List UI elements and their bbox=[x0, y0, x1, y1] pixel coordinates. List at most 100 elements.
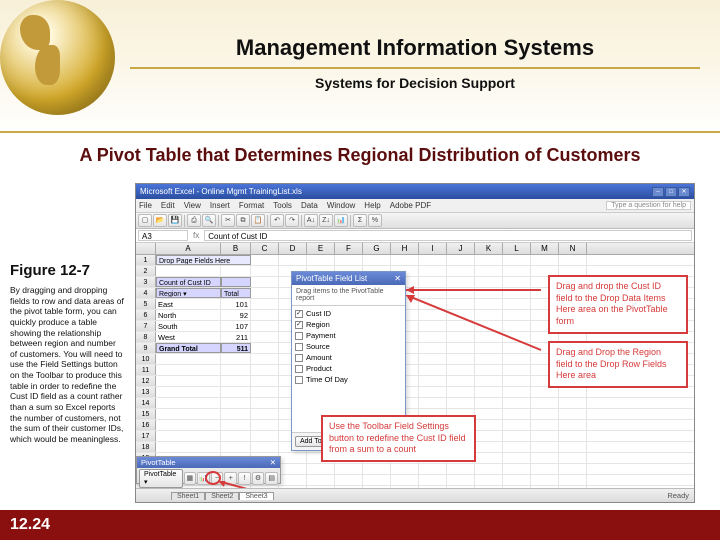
close-button[interactable]: ✕ bbox=[678, 187, 690, 197]
cell[interactable] bbox=[419, 255, 447, 265]
cell[interactable] bbox=[279, 453, 307, 463]
cell[interactable] bbox=[503, 486, 531, 488]
sheet-tab[interactable]: Sheet2 bbox=[205, 492, 239, 500]
cell[interactable] bbox=[363, 255, 391, 265]
cell[interactable]: 107 bbox=[221, 321, 251, 331]
col-header[interactable]: C bbox=[251, 243, 279, 254]
field-list-icon[interactable]: ▤ bbox=[265, 472, 278, 485]
field-list-item[interactable]: Source bbox=[295, 341, 402, 352]
cell[interactable] bbox=[419, 299, 447, 309]
show-detail-icon[interactable]: + bbox=[224, 472, 237, 485]
preview-icon[interactable]: 🔍 bbox=[202, 214, 216, 227]
cell[interactable] bbox=[221, 431, 251, 441]
row-header[interactable]: 12 bbox=[136, 376, 156, 386]
cell[interactable] bbox=[559, 431, 587, 441]
cell[interactable] bbox=[363, 464, 391, 474]
fx-icon[interactable]: fx bbox=[193, 231, 199, 240]
field-list-item[interactable]: Time Of Day bbox=[295, 374, 402, 385]
maximize-button[interactable]: □ bbox=[665, 187, 677, 197]
field-list-item[interactable]: Product bbox=[295, 363, 402, 374]
cell[interactable] bbox=[251, 288, 279, 298]
col-header[interactable]: F bbox=[335, 243, 363, 254]
cell[interactable]: West bbox=[156, 332, 221, 342]
cell[interactable] bbox=[531, 255, 559, 265]
open-icon[interactable]: 📂 bbox=[153, 214, 167, 227]
row-header[interactable]: 17 bbox=[136, 431, 156, 441]
cell[interactable] bbox=[475, 266, 503, 276]
cell[interactable] bbox=[251, 354, 279, 364]
checkbox-icon[interactable] bbox=[295, 376, 303, 384]
cell[interactable] bbox=[475, 464, 503, 474]
row-header[interactable]: 6 bbox=[136, 310, 156, 320]
cell[interactable]: South bbox=[156, 321, 221, 331]
zoom-icon[interactable]: % bbox=[368, 214, 382, 227]
cell[interactable] bbox=[419, 332, 447, 342]
checkbox-icon[interactable] bbox=[295, 321, 303, 329]
sort-asc-icon[interactable]: A↓ bbox=[304, 214, 318, 227]
sheet-tab[interactable]: Sheet1 bbox=[171, 492, 205, 500]
cell[interactable] bbox=[251, 277, 279, 287]
cell[interactable] bbox=[447, 299, 475, 309]
cell[interactable] bbox=[475, 288, 503, 298]
menu-item[interactable]: Help bbox=[364, 201, 380, 210]
col-header[interactable]: D bbox=[279, 243, 307, 254]
undo-icon[interactable]: ↶ bbox=[270, 214, 284, 227]
cell[interactable]: 101 bbox=[221, 299, 251, 309]
cell[interactable] bbox=[447, 486, 475, 488]
cell[interactable] bbox=[335, 475, 363, 485]
sheet-tab-active[interactable]: Sheet3 bbox=[239, 492, 273, 500]
cell[interactable] bbox=[419, 266, 447, 276]
col-header[interactable]: H bbox=[391, 243, 419, 254]
cell[interactable] bbox=[251, 266, 279, 276]
pivottable-dropdown[interactable]: PivotTable ▾ bbox=[139, 469, 183, 488]
cell[interactable] bbox=[503, 343, 531, 353]
cell[interactable] bbox=[419, 475, 447, 485]
cell[interactable] bbox=[447, 365, 475, 375]
row-header[interactable]: 15 bbox=[136, 409, 156, 419]
row-header[interactable]: 8 bbox=[136, 332, 156, 342]
cell[interactable] bbox=[419, 398, 447, 408]
col-header[interactable]: N bbox=[559, 243, 587, 254]
cell[interactable] bbox=[419, 321, 447, 331]
cell[interactable]: East bbox=[156, 299, 221, 309]
cell[interactable] bbox=[475, 409, 503, 419]
cell[interactable] bbox=[475, 343, 503, 353]
cell[interactable] bbox=[503, 332, 531, 342]
cell[interactable] bbox=[156, 442, 221, 452]
menu-item[interactable]: Format bbox=[239, 201, 264, 210]
chart-icon[interactable]: 📊 bbox=[334, 214, 348, 227]
cell[interactable] bbox=[419, 277, 447, 287]
cell[interactable] bbox=[221, 409, 251, 419]
cell[interactable]: Count of Cust ID bbox=[156, 277, 221, 287]
cell[interactable] bbox=[475, 255, 503, 265]
cell[interactable] bbox=[391, 464, 419, 474]
row-header[interactable]: 18 bbox=[136, 442, 156, 452]
cell[interactable] bbox=[221, 376, 251, 386]
row-header[interactable]: 13 bbox=[136, 387, 156, 397]
cell[interactable] bbox=[251, 321, 279, 331]
cell[interactable]: 92 bbox=[221, 310, 251, 320]
col-header[interactable]: J bbox=[447, 243, 475, 254]
cell[interactable] bbox=[307, 475, 335, 485]
cell[interactable] bbox=[559, 420, 587, 430]
paste-icon[interactable]: 📋 bbox=[251, 214, 265, 227]
format-report-icon[interactable]: ▦ bbox=[184, 472, 197, 485]
cell[interactable] bbox=[475, 475, 503, 485]
cell[interactable] bbox=[559, 453, 587, 463]
cell[interactable] bbox=[447, 354, 475, 364]
cell[interactable] bbox=[156, 376, 221, 386]
cell[interactable] bbox=[559, 398, 587, 408]
cell[interactable] bbox=[251, 332, 279, 342]
menu-item[interactable]: Data bbox=[301, 201, 318, 210]
cell[interactable] bbox=[363, 486, 391, 488]
minimize-button[interactable]: – bbox=[652, 187, 664, 197]
cell[interactable] bbox=[221, 420, 251, 430]
cell[interactable] bbox=[335, 486, 363, 488]
field-list-item[interactable]: Cust ID bbox=[295, 308, 402, 319]
cell[interactable] bbox=[475, 420, 503, 430]
field-list-item[interactable]: Region bbox=[295, 319, 402, 330]
checkbox-icon[interactable] bbox=[295, 332, 303, 340]
col-header[interactable]: L bbox=[503, 243, 531, 254]
cell[interactable] bbox=[475, 486, 503, 488]
cell[interactable] bbox=[251, 343, 279, 353]
